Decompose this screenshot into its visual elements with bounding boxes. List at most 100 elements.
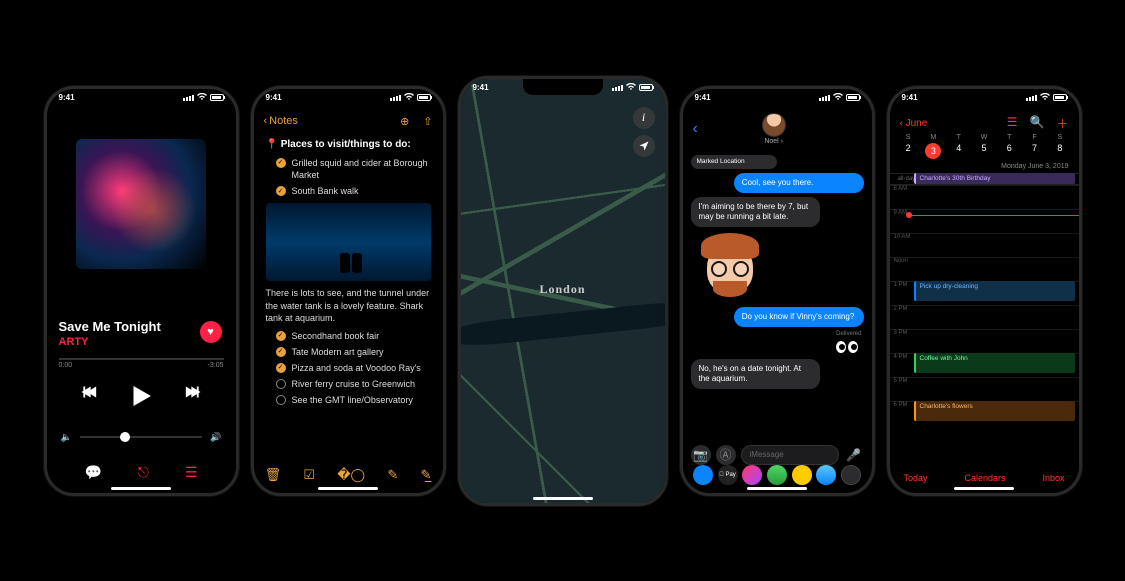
progress-bar[interactable]	[59, 358, 224, 360]
check-done-icon[interactable]: ✓	[276, 347, 286, 357]
home-indicator[interactable]	[533, 497, 593, 500]
notch	[523, 79, 603, 95]
play-button[interactable]	[126, 381, 156, 416]
contact-header[interactable]: Noel ›	[762, 113, 786, 145]
airplay-button[interactable]: ⎋	[138, 464, 149, 481]
calendar-event[interactable]: Charlotte's flowers	[914, 401, 1075, 421]
status-time: 9:41	[473, 83, 489, 92]
home-indicator[interactable]	[747, 487, 807, 490]
draw-button[interactable]: ✎	[387, 467, 398, 483]
memoji-sticker[interactable]	[695, 233, 765, 303]
phone-calendar: 9:41 ‹ June ☰ 🔍 ＋ SMTWTFS 2345678 Monday…	[887, 86, 1082, 496]
battery-icon	[1053, 94, 1067, 101]
phone-messages: 9:41 ‹ Noel › Marked Location Cool, see …	[680, 86, 875, 496]
share-button[interactable]: ⇧	[423, 115, 432, 128]
maps-screen[interactable]: London i	[461, 79, 665, 503]
album-art[interactable]	[76, 139, 206, 269]
location-bubble[interactable]: Marked Location	[691, 155, 778, 169]
calendar-screen: ‹ June ☰ 🔍 ＋ SMTWTFS 2345678 Monday June…	[890, 89, 1079, 493]
add-event-button[interactable]: ＋	[1056, 115, 1068, 132]
volume-slider[interactable]	[80, 436, 203, 438]
info-button[interactable]: i	[633, 107, 655, 129]
weekday-row: SMTWTFS	[890, 134, 1079, 141]
music-screen: Save Me Tonight ARTY ♥ 0:00 -3:05 🔈 🔊 💬 …	[47, 89, 236, 493]
inbox-button[interactable]: Inbox	[1042, 473, 1064, 483]
message-input[interactable]: iMessage	[741, 445, 839, 465]
date-row[interactable]: 2345678	[890, 141, 1079, 163]
day-grid[interactable]: 8 AM 9 AM 10 AM Noon 1 PM 2 PM 3 PM 4 PM…	[890, 184, 1079, 432]
next-button[interactable]	[184, 381, 206, 416]
view-list-button[interactable]: ☰	[1007, 115, 1018, 132]
calendars-button[interactable]: Calendars	[964, 473, 1005, 483]
allday-event[interactable]: Charlotte's 30th Birthday	[914, 173, 1075, 184]
checklist-item[interactable]: ✓South Bank walk	[276, 185, 431, 197]
signal-icon	[390, 95, 401, 101]
check-done-icon[interactable]: ✓	[276, 331, 286, 341]
love-button[interactable]: ♥	[200, 321, 222, 343]
checklist-item[interactable]: ✓Grilled squid and cider at Borough Mark…	[276, 157, 431, 181]
camera-button[interactable]: �◯	[337, 467, 365, 483]
status-time: 9:41	[902, 93, 918, 102]
previous-button[interactable]	[76, 381, 98, 416]
phone-notes: 9:41 ‹ Notes ⊕ ⇧ 📍 Places to visit/thing…	[251, 86, 446, 496]
camera-button[interactable]: 📷	[691, 445, 711, 465]
search-button[interactable]: 🔍	[1030, 115, 1045, 132]
delivered-label: Delivered	[693, 331, 862, 337]
checklist-item[interactable]: ✓Tate Modern art gallery	[276, 346, 431, 358]
message-out[interactable]: Do you know if Vinny's coming?	[734, 307, 864, 327]
message-in[interactable]: No, he's on a date tonight. At the aquar…	[691, 359, 821, 389]
locate-button[interactable]	[633, 135, 655, 157]
new-note-button[interactable]: ✎̲	[420, 467, 431, 483]
check-todo-icon[interactable]	[276, 379, 286, 389]
notch	[101, 89, 181, 105]
track-artist[interactable]: ARTY	[59, 336, 224, 348]
notes-screen: ‹ Notes ⊕ ⇧ 📍 Places to visit/things to …	[254, 89, 443, 493]
phone-maps: 9:41 London i	[458, 76, 668, 506]
date-string: Monday June 3, 2019	[890, 163, 1079, 173]
images-app-icon[interactable]	[792, 465, 812, 485]
message-in[interactable]: I'm aiming to be there by 7, but may be …	[691, 197, 821, 227]
more-apps-icon[interactable]	[841, 465, 861, 485]
now-indicator	[910, 215, 1079, 216]
check-done-icon[interactable]: ✓	[276, 186, 286, 196]
calendar-event[interactable]: Pick up dry-cleaning	[914, 281, 1075, 301]
home-indicator[interactable]	[318, 487, 378, 490]
app-store-icon[interactable]	[693, 465, 713, 485]
checklist-item[interactable]: See the GMT line/Observatory	[276, 394, 431, 406]
checklist-item[interactable]: River ferry cruise to Greenwich	[276, 378, 431, 390]
collaborate-button[interactable]: ⊕	[400, 115, 409, 128]
notch	[308, 89, 388, 105]
home-indicator[interactable]	[954, 487, 1014, 490]
allday-row[interactable]: all-day Charlotte's 30th Birthday	[890, 173, 1079, 184]
apple-pay-icon[interactable]:  Pay	[718, 465, 738, 485]
checklist-button[interactable]: ☑	[303, 467, 315, 483]
messages-screen: ‹ Noel › Marked Location Cool, see you t…	[683, 89, 872, 493]
time-elapsed: 0:00	[59, 362, 73, 369]
back-button[interactable]: ‹	[693, 120, 698, 138]
today-button[interactable]: Today	[904, 473, 928, 483]
music-app-icon[interactable]	[742, 465, 762, 485]
wifi-icon	[197, 93, 207, 103]
month-back-button[interactable]: ‹ June	[900, 118, 928, 129]
memoji-app-icon[interactable]	[767, 465, 787, 485]
check-todo-icon[interactable]	[276, 395, 286, 405]
checklist-item[interactable]: ✓Pizza and soda at Voodoo Ray's	[276, 362, 431, 374]
calendar-event[interactable]: Coffee with John	[914, 353, 1075, 373]
digital-touch-icon[interactable]	[816, 465, 836, 485]
message-out[interactable]: Cool, see you there.	[734, 173, 864, 193]
home-indicator[interactable]	[111, 487, 171, 490]
delete-button[interactable]: 🗑	[265, 467, 282, 483]
note-paragraph: There is lots to see, and the tunnel und…	[266, 287, 431, 323]
lyrics-button[interactable]: 💬	[84, 464, 101, 481]
check-done-icon[interactable]: ✓	[276, 363, 286, 373]
status-time: 9:41	[695, 93, 711, 102]
eyes-sticker[interactable]	[836, 341, 864, 355]
queue-button[interactable]: ☰	[185, 464, 198, 481]
track-title: Save Me Tonight	[59, 319, 224, 334]
back-button[interactable]: ‹ Notes	[264, 115, 298, 127]
app-store-button[interactable]: Ⓐ	[716, 445, 736, 465]
check-done-icon[interactable]: ✓	[276, 158, 286, 168]
note-image[interactable]	[266, 203, 431, 281]
checklist-item[interactable]: ✓Secondhand book fair	[276, 330, 431, 342]
voice-button[interactable]: 🎤	[844, 445, 864, 465]
